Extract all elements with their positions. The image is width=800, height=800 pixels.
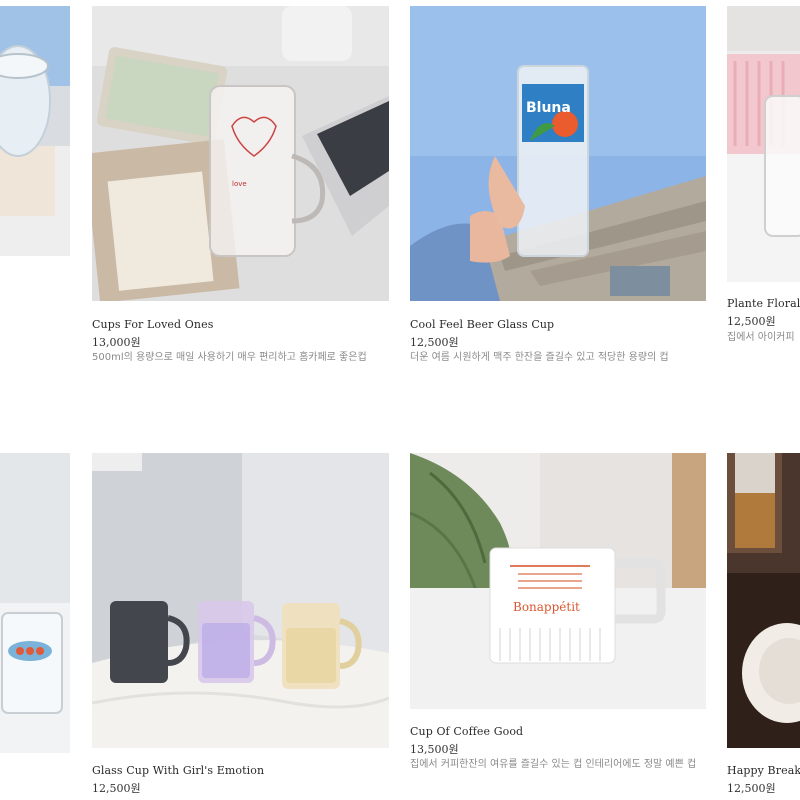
product-price: 13,000원	[92, 336, 141, 349]
can-label: Bluna	[526, 100, 571, 116]
product-description: 더운 여름 시원하게 맥주 한잔을 즐길수 있고 적당한 용량의 컵	[410, 352, 669, 363]
product-image-partial[interactable]	[0, 453, 70, 753]
product-description: 500ml의 용량으로 매일 사용하기 매우 편리하고 홈카페로 좋은컵	[92, 352, 367, 363]
product-description: 집에서 커피한잔의 여유를 즐길수 있는 컵 인테리어에도 정말 예쁜 컵	[410, 759, 697, 770]
mug-print: Bonappétit	[513, 600, 580, 614]
product-description: 집에서 아이커피	[727, 332, 795, 343]
product-image-cups-for-loved-ones[interactable]: love	[92, 6, 389, 301]
product-image-happy-breakfast[interactable]	[727, 453, 800, 748]
product-title[interactable]: Cool Feel Beer Glass Cup	[410, 318, 554, 331]
product-title[interactable]: Happy Breakfa	[727, 764, 800, 777]
product-image-cup-of-coffee-good[interactable]: Bonappétit	[410, 453, 706, 709]
product-title[interactable]: Glass Cup With Girl's Emotion	[92, 764, 264, 777]
product-title[interactable]: Plante Florale	[727, 297, 800, 310]
product-image-partial[interactable]	[0, 6, 70, 256]
product-price: 12,500원	[727, 782, 776, 795]
product-image-cool-feel-beer-glass-cup[interactable]: Bluna	[410, 6, 706, 301]
product-title[interactable]: Cup Of Coffee Good	[410, 725, 523, 738]
product-price: 12,500원	[727, 315, 776, 328]
svg-text:love: love	[232, 180, 247, 188]
product-price: 12,500원	[410, 336, 459, 349]
product-image-glass-cup-with-girls-emotion[interactable]	[92, 453, 389, 748]
product-price: 12,500원	[92, 782, 141, 795]
product-price: 13,500원	[410, 743, 459, 756]
product-title[interactable]: Cups For Loved Ones	[92, 318, 213, 331]
product-image-plante-florale[interactable]	[727, 6, 800, 282]
